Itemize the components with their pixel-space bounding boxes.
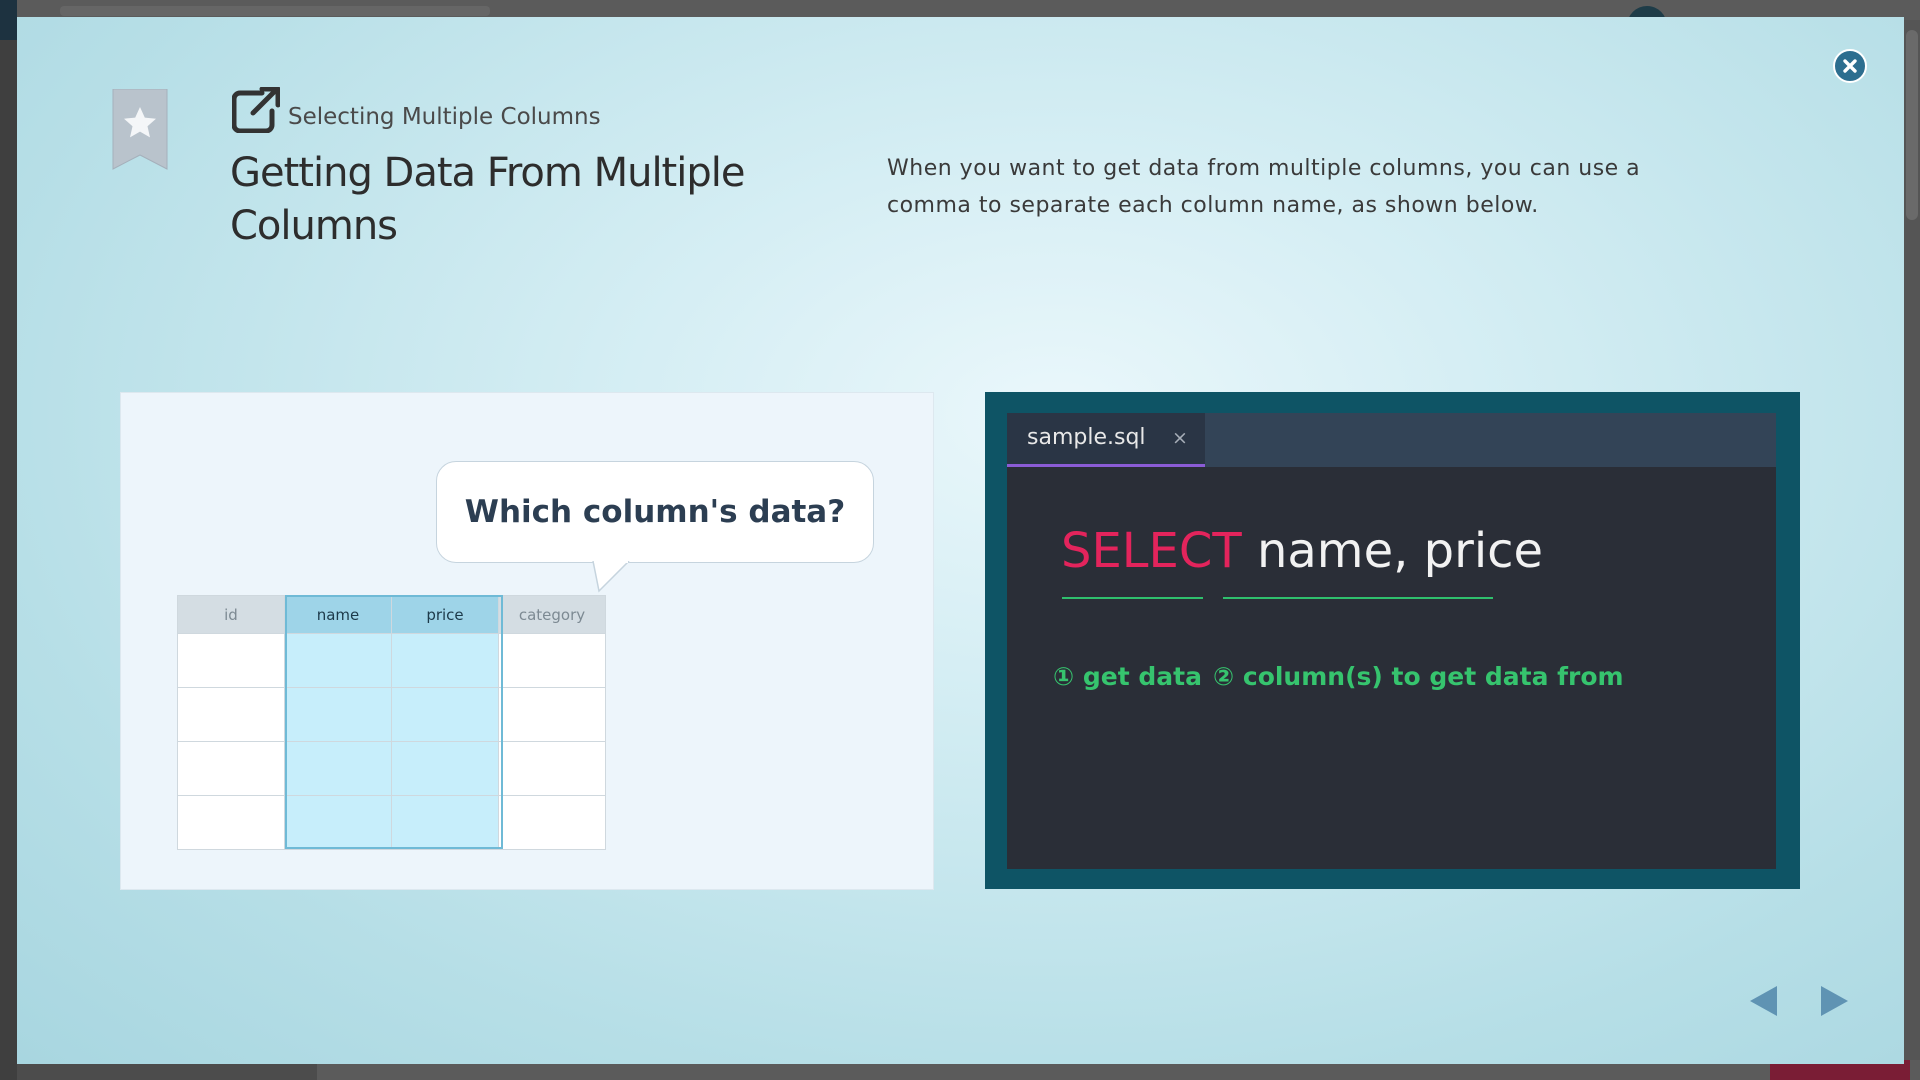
annotation-columns: ② column(s) to get data from [1213,662,1624,691]
table-cell [284,633,392,688]
speech-bubble-text: Which column's data? [464,494,846,530]
bookmark-star-icon[interactable] [111,89,169,172]
tab-close-icon[interactable]: × [1172,427,1188,449]
page-title: Getting Data From Multiple Columns [230,150,745,249]
annotation-get-data: ① get data [1053,662,1202,691]
table-cell [391,687,499,742]
table-cell [498,633,606,688]
columns-underline [1223,597,1493,599]
table-row [177,633,606,688]
speech-bubble: Which column's data? [436,461,874,563]
table-cell [391,741,499,796]
table-cell [284,741,392,796]
column-header-id: id [177,595,285,634]
table-cell [177,795,285,850]
table-cell [391,633,499,688]
table-cell [284,795,392,850]
editor-tab-label: sample.sql [1027,425,1146,450]
keyword-underline [1062,597,1203,599]
code-panel: sample.sql × SELECT name, price ① get da… [985,392,1800,889]
prev-slide-icon[interactable] [1747,983,1779,1019]
column-header-price: price [391,595,499,634]
sql-columns: name, price [1256,523,1544,579]
table-cell [284,687,392,742]
table-row [177,687,606,742]
lesson-subtitle: Selecting Multiple Columns [288,104,601,130]
next-slide-icon[interactable] [1819,983,1851,1019]
background-header-bar [60,6,490,16]
column-header-name: name [284,595,392,634]
code-line: SELECT name, price [1061,523,1543,579]
table-cell [498,741,606,796]
sql-keyword: SELECT [1061,523,1242,579]
table-row [177,741,606,796]
table-cell [391,795,499,850]
external-link-icon[interactable] [232,87,280,133]
table-illustration: Which column's data? id name price categ… [120,392,934,890]
table-cell [177,633,285,688]
background-footer-bar [17,1064,317,1080]
speech-bubble-tail [592,561,630,593]
table-cell [177,741,285,796]
table-row [177,795,606,850]
column-header-category: category [498,595,606,634]
table-cell [177,687,285,742]
code-editor: sample.sql × SELECT name, price ① get da… [1007,413,1776,869]
table-cell [498,795,606,850]
editor-tab[interactable]: sample.sql × [1007,413,1205,467]
background-logo [0,0,17,40]
background-sidebar [0,0,17,1080]
sample-table: id name price category [177,595,606,850]
lesson-modal: Selecting Multiple Columns Getting Data … [17,17,1904,1064]
close-icon[interactable] [1833,49,1867,83]
table-cell [498,687,606,742]
page-scrollbar-thumb[interactable] [1906,30,1918,220]
editor-tab-bar: sample.sql × [1007,413,1776,467]
lesson-description: When you want to get data from multiple … [887,156,1641,218]
